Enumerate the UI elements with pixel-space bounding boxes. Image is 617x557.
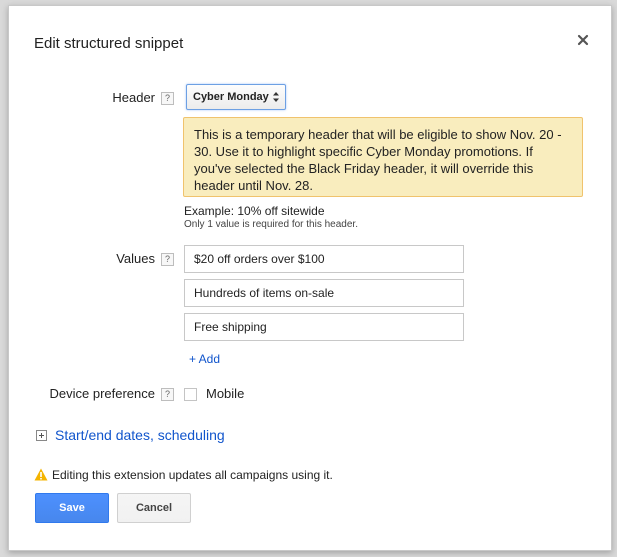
header-select[interactable]: Cyber Monday <box>186 84 286 110</box>
header-info-box: This is a temporary header that will be … <box>183 117 583 197</box>
value-input-3[interactable]: Free shipping <box>184 313 464 341</box>
edit-snippet-dialog: Edit structured snippet Header ? Cyber M… <box>8 5 612 551</box>
dialog-title: Edit structured snippet <box>34 35 184 52</box>
header-label: Header <box>112 90 155 105</box>
cancel-button[interactable]: Cancel <box>117 493 191 523</box>
mobile-checkbox[interactable] <box>184 388 197 401</box>
plus-box-icon[interactable] <box>36 430 47 441</box>
warning-text: Editing this extension updates all campa… <box>52 468 333 482</box>
header-help-icon[interactable]: ? <box>161 92 174 105</box>
values-help-icon[interactable]: ? <box>161 253 174 266</box>
save-button[interactable]: Save <box>35 493 109 523</box>
device-preference-label: Device preference <box>49 386 156 401</box>
warning-icon <box>34 468 48 481</box>
select-arrows-icon <box>273 92 279 102</box>
value-input-1[interactable]: $20 off orders over $100 <box>184 245 464 273</box>
scheduling-link[interactable]: Start/end dates, scheduling <box>55 427 225 443</box>
add-value-link[interactable]: + Add <box>189 352 220 366</box>
mobile-checkbox-label[interactable]: Mobile <box>206 386 244 401</box>
header-select-value: Cyber Monday <box>193 91 269 103</box>
values-label: Values <box>116 251 155 266</box>
header-example: Example: 10% off sitewide <box>184 204 325 218</box>
value-input-2[interactable]: Hundreds of items on-sale <box>184 279 464 307</box>
header-hint: Only 1 value is required for this header… <box>184 219 358 230</box>
close-icon[interactable] <box>575 32 591 48</box>
device-help-icon[interactable]: ? <box>161 388 174 401</box>
